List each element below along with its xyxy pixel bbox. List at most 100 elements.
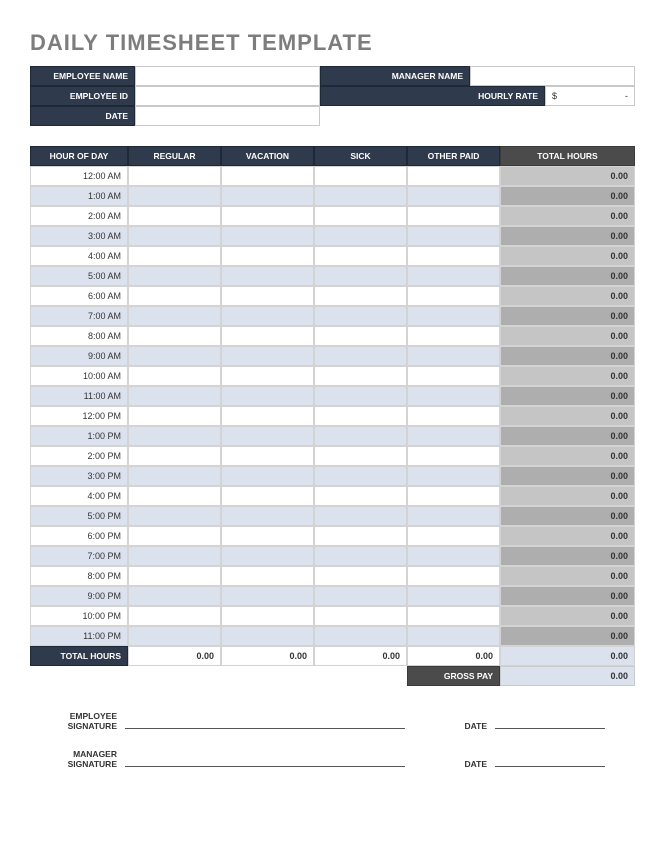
vacation-cell[interactable] <box>221 506 314 526</box>
vacation-cell[interactable] <box>221 586 314 606</box>
vacation-cell[interactable] <box>221 546 314 566</box>
other-cell[interactable] <box>407 226 500 246</box>
other-cell[interactable] <box>407 526 500 546</box>
vacation-cell[interactable] <box>221 526 314 546</box>
regular-cell[interactable] <box>128 226 221 246</box>
sick-cell[interactable] <box>314 446 407 466</box>
regular-cell[interactable] <box>128 366 221 386</box>
vacation-cell[interactable] <box>221 446 314 466</box>
regular-cell[interactable] <box>128 306 221 326</box>
date-field[interactable] <box>135 106 320 126</box>
other-cell[interactable] <box>407 286 500 306</box>
regular-cell[interactable] <box>128 266 221 286</box>
vacation-cell[interactable] <box>221 386 314 406</box>
other-cell[interactable] <box>407 366 500 386</box>
other-cell[interactable] <box>407 626 500 646</box>
regular-cell[interactable] <box>128 586 221 606</box>
vacation-cell[interactable] <box>221 266 314 286</box>
manager-signature-line[interactable] <box>125 749 405 767</box>
sick-cell[interactable] <box>314 466 407 486</box>
employee-id-field[interactable] <box>135 86 320 106</box>
hourly-rate-field[interactable]: $ - <box>545 86 635 106</box>
other-cell[interactable] <box>407 506 500 526</box>
sick-cell[interactable] <box>314 206 407 226</box>
vacation-cell[interactable] <box>221 286 314 306</box>
other-cell[interactable] <box>407 446 500 466</box>
regular-cell[interactable] <box>128 286 221 306</box>
vacation-cell[interactable] <box>221 186 314 206</box>
sick-cell[interactable] <box>314 166 407 186</box>
employee-sig-date-line[interactable] <box>495 711 605 729</box>
other-cell[interactable] <box>407 306 500 326</box>
vacation-cell[interactable] <box>221 486 314 506</box>
other-cell[interactable] <box>407 166 500 186</box>
regular-cell[interactable] <box>128 466 221 486</box>
regular-cell[interactable] <box>128 626 221 646</box>
sick-cell[interactable] <box>314 626 407 646</box>
manager-sig-date-line[interactable] <box>495 749 605 767</box>
vacation-cell[interactable] <box>221 166 314 186</box>
employee-name-field[interactable] <box>135 66 320 86</box>
vacation-cell[interactable] <box>221 226 314 246</box>
regular-cell[interactable] <box>128 246 221 266</box>
sick-cell[interactable] <box>314 406 407 426</box>
sick-cell[interactable] <box>314 606 407 626</box>
sick-cell[interactable] <box>314 286 407 306</box>
other-cell[interactable] <box>407 486 500 506</box>
vacation-cell[interactable] <box>221 366 314 386</box>
sick-cell[interactable] <box>314 566 407 586</box>
regular-cell[interactable] <box>128 386 221 406</box>
regular-cell[interactable] <box>128 346 221 366</box>
other-cell[interactable] <box>407 246 500 266</box>
regular-cell[interactable] <box>128 186 221 206</box>
sick-cell[interactable] <box>314 306 407 326</box>
other-cell[interactable] <box>407 586 500 606</box>
other-cell[interactable] <box>407 386 500 406</box>
other-cell[interactable] <box>407 186 500 206</box>
other-cell[interactable] <box>407 426 500 446</box>
sick-cell[interactable] <box>314 506 407 526</box>
sick-cell[interactable] <box>314 546 407 566</box>
sick-cell[interactable] <box>314 266 407 286</box>
regular-cell[interactable] <box>128 566 221 586</box>
regular-cell[interactable] <box>128 606 221 626</box>
sick-cell[interactable] <box>314 326 407 346</box>
regular-cell[interactable] <box>128 506 221 526</box>
vacation-cell[interactable] <box>221 326 314 346</box>
sick-cell[interactable] <box>314 486 407 506</box>
vacation-cell[interactable] <box>221 246 314 266</box>
employee-signature-line[interactable] <box>125 711 405 729</box>
vacation-cell[interactable] <box>221 426 314 446</box>
sick-cell[interactable] <box>314 526 407 546</box>
vacation-cell[interactable] <box>221 626 314 646</box>
sick-cell[interactable] <box>314 386 407 406</box>
sick-cell[interactable] <box>314 366 407 386</box>
other-cell[interactable] <box>407 466 500 486</box>
regular-cell[interactable] <box>128 326 221 346</box>
other-cell[interactable] <box>407 566 500 586</box>
regular-cell[interactable] <box>128 426 221 446</box>
regular-cell[interactable] <box>128 166 221 186</box>
vacation-cell[interactable] <box>221 606 314 626</box>
sick-cell[interactable] <box>314 586 407 606</box>
regular-cell[interactable] <box>128 206 221 226</box>
other-cell[interactable] <box>407 546 500 566</box>
regular-cell[interactable] <box>128 526 221 546</box>
sick-cell[interactable] <box>314 246 407 266</box>
sick-cell[interactable] <box>314 346 407 366</box>
other-cell[interactable] <box>407 406 500 426</box>
sick-cell[interactable] <box>314 186 407 206</box>
other-cell[interactable] <box>407 266 500 286</box>
vacation-cell[interactable] <box>221 406 314 426</box>
regular-cell[interactable] <box>128 406 221 426</box>
other-cell[interactable] <box>407 606 500 626</box>
vacation-cell[interactable] <box>221 206 314 226</box>
regular-cell[interactable] <box>128 446 221 466</box>
other-cell[interactable] <box>407 206 500 226</box>
vacation-cell[interactable] <box>221 566 314 586</box>
regular-cell[interactable] <box>128 546 221 566</box>
other-cell[interactable] <box>407 326 500 346</box>
regular-cell[interactable] <box>128 486 221 506</box>
sick-cell[interactable] <box>314 226 407 246</box>
vacation-cell[interactable] <box>221 466 314 486</box>
